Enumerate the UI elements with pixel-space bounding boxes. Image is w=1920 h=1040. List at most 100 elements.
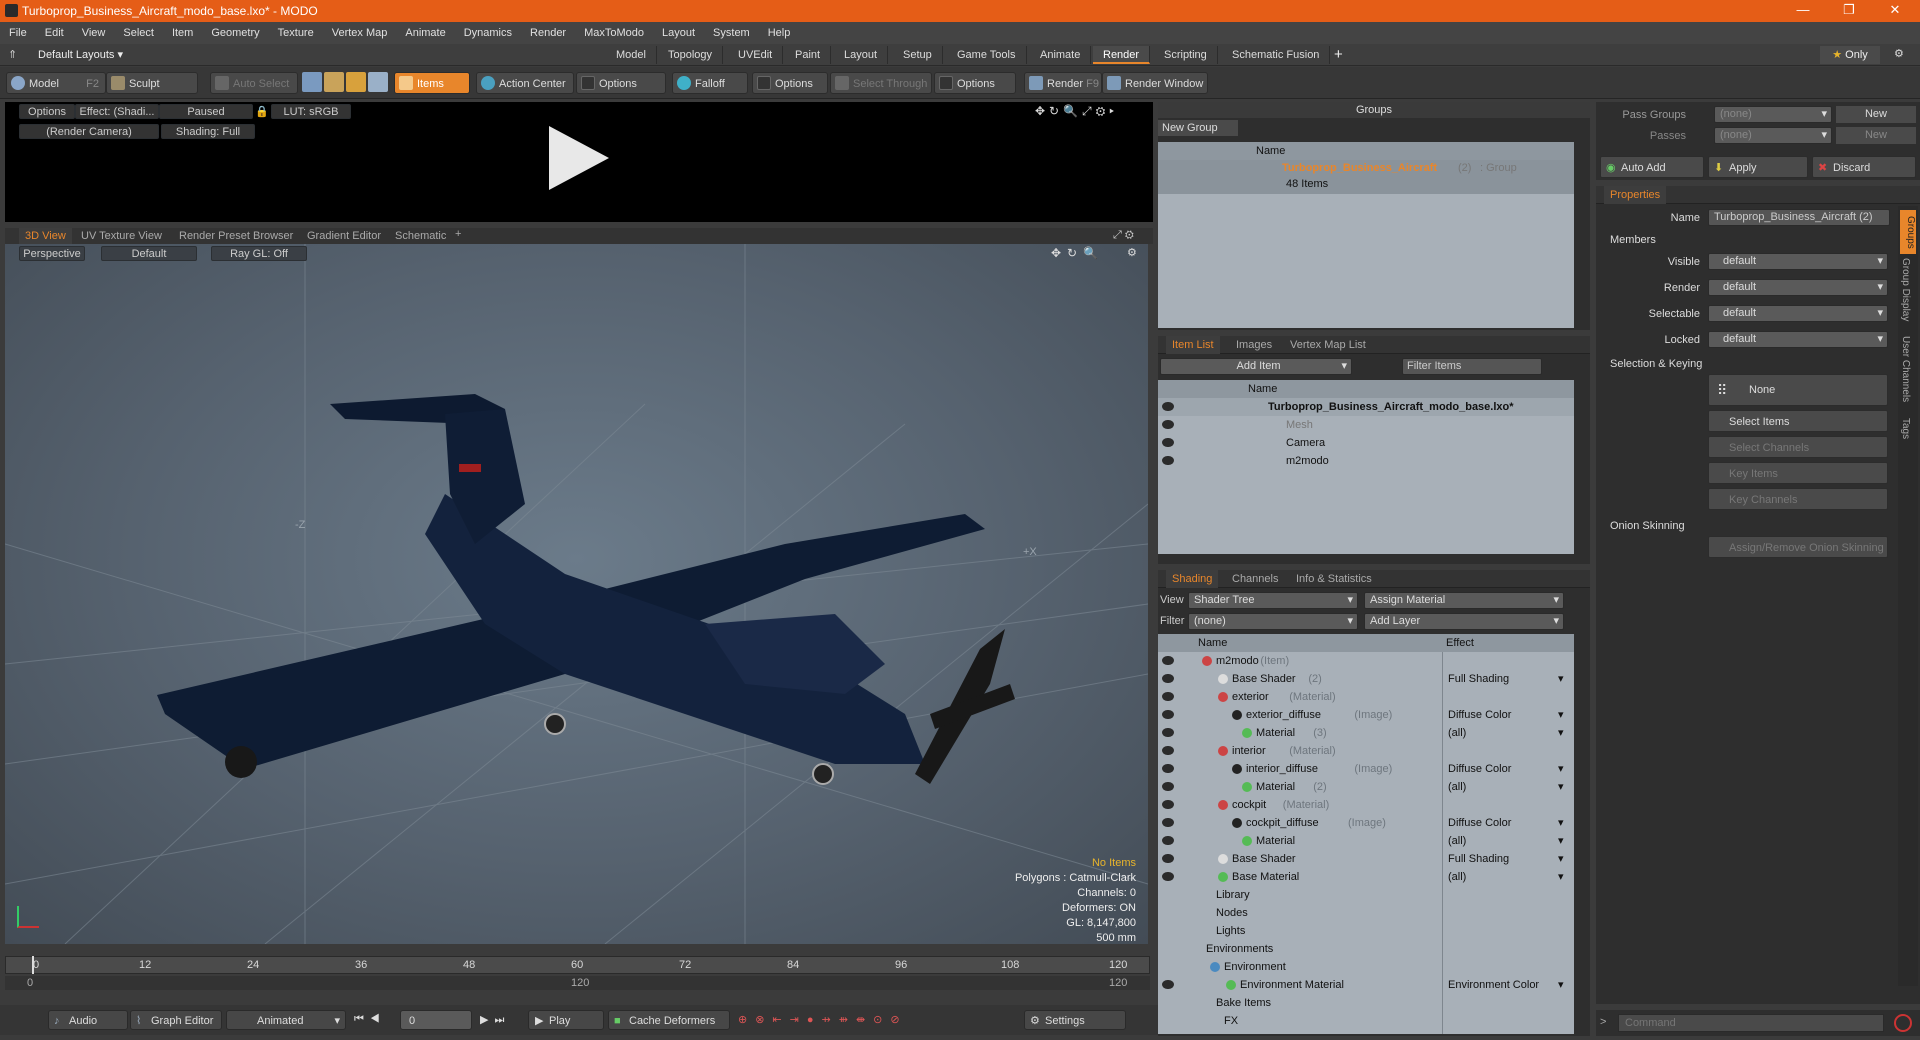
tab-info-statistics[interactable]: Info & Statistics — [1290, 570, 1378, 588]
render-button[interactable]: Render F9 — [1024, 72, 1102, 94]
tab-uv-texture-view[interactable]: UV Texture View — [75, 228, 168, 244]
menu-dynamics[interactable]: Dynamics — [455, 22, 521, 44]
tab-animate[interactable]: Animate — [1030, 46, 1092, 64]
menu-item[interactable]: Item — [163, 22, 202, 44]
shader-tree-row[interactable]: m2modo (Item) — [1158, 652, 1574, 670]
eye-icon[interactable] — [1162, 674, 1174, 683]
shader-tree-row[interactable]: Nodes — [1158, 904, 1574, 922]
eye-icon[interactable] — [1162, 656, 1174, 665]
shader-tree-row[interactable]: Bake Items — [1158, 994, 1574, 1012]
command-input[interactable] — [1618, 1014, 1884, 1032]
chevron-down-icon[interactable]: ▾ — [1558, 814, 1564, 832]
add-viewport-tab-icon[interactable]: + — [455, 228, 461, 240]
select-through-button[interactable]: Select Through — [830, 72, 932, 94]
menu-vertex-map[interactable]: Vertex Map — [323, 22, 397, 44]
menu-layout[interactable]: Layout — [653, 22, 704, 44]
eye-icon[interactable] — [1162, 438, 1174, 447]
edges-mode-icon[interactable] — [324, 72, 344, 92]
materials-mode-icon[interactable] — [368, 72, 388, 92]
model-button[interactable]: Model F2 — [6, 72, 106, 94]
layer-effect[interactable]: (all) — [1448, 832, 1466, 850]
render-window-button[interactable]: Render Window — [1102, 72, 1208, 94]
shader-tree-row[interactable]: Base Shader (2) Full Shading ▾ — [1158, 670, 1574, 688]
side-tab-user-channels[interactable]: User Channels — [1900, 336, 1911, 402]
tab-3d-view[interactable]: 3D View — [19, 228, 72, 244]
menu-file[interactable]: File — [0, 22, 36, 44]
eye-icon[interactable] — [1162, 800, 1174, 809]
viewport-expand-icon[interactable]: ⤢ ⚙ — [1113, 229, 1134, 242]
selection-keying-section[interactable]: Selection & Keying — [1610, 358, 1702, 370]
shader-tree-row[interactable]: FX — [1158, 1012, 1574, 1030]
shader-tree-row[interactable]: exterior (Material) — [1158, 688, 1574, 706]
eye-icon[interactable] — [1162, 456, 1174, 465]
items-mode-button[interactable]: Items — [394, 72, 470, 94]
layer-effect[interactable]: Environment Color — [1448, 976, 1539, 994]
tab-schematic[interactable]: Schematic — [389, 228, 452, 244]
chevron-down-icon[interactable]: ▾ — [1558, 670, 1564, 688]
chevron-down-icon[interactable]: ▾ — [1558, 724, 1564, 742]
cache-deformers-button[interactable]: ■ Cache Deformers — [608, 1010, 730, 1030]
shader-tree-row[interactable]: Lights — [1158, 922, 1574, 940]
chevron-down-icon[interactable]: ▾ — [1558, 760, 1564, 778]
raygl-dropdown[interactable]: Ray GL: Off — [211, 246, 307, 261]
eye-icon[interactable] — [1162, 746, 1174, 755]
add-layer-dropdown[interactable]: Add Layer — [1364, 613, 1564, 630]
side-tab-group-display[interactable]: Group Display — [1900, 258, 1911, 321]
shader-tree-row[interactable]: Material (all) ▾ — [1158, 832, 1574, 850]
maximize-button[interactable]: ❐ — [1826, 0, 1872, 22]
eye-icon[interactable] — [1162, 980, 1174, 989]
eye-icon[interactable] — [1162, 692, 1174, 701]
action-center-options-button[interactable]: Options — [576, 72, 666, 94]
eye-icon[interactable] — [1162, 836, 1174, 845]
menu-geometry[interactable]: Geometry — [202, 22, 268, 44]
view-dropdown[interactable]: Shader Tree — [1188, 592, 1358, 609]
none-button[interactable]: ⠿ None — [1708, 374, 1888, 406]
add-item-dropdown[interactable]: Add Item — [1160, 358, 1352, 375]
transport-back-icons[interactable]: ⏮◀ — [354, 1013, 386, 1026]
chevron-down-icon[interactable]: ▾ — [1558, 778, 1564, 796]
selectable-dropdown[interactable]: default — [1708, 305, 1888, 322]
tab-render-preset-browser[interactable]: Render Preset Browser — [173, 228, 299, 244]
shader-tree-row[interactable]: Base Shader Full Shading ▾ — [1158, 850, 1574, 868]
lock-icon[interactable]: 🔒 — [255, 105, 269, 118]
layout-collapse-icon[interactable]: ⇑ — [8, 48, 17, 61]
only-toggle[interactable]: ★ Only — [1820, 46, 1880, 64]
tab-model[interactable]: Model — [606, 46, 657, 64]
graph-editor-button[interactable]: ⌇ Graph Editor — [130, 1010, 222, 1030]
key-items-button[interactable]: Key Items — [1708, 462, 1888, 484]
tab-scripting[interactable]: Scripting — [1154, 46, 1218, 64]
default-dropdown[interactable]: Default — [101, 246, 197, 261]
apply-button[interactable]: ⬇ Apply — [1708, 156, 1808, 178]
chevron-down-icon[interactable]: ▾ — [1558, 832, 1564, 850]
minimize-button[interactable]: — — [1780, 0, 1826, 22]
locked-dropdown[interactable]: default — [1708, 331, 1888, 348]
viewport-nav-icons[interactable]: ✥↻🔍 — [1051, 246, 1104, 260]
shader-tree-row[interactable]: interior_diffuse (Image) Diffuse Color ▾ — [1158, 760, 1574, 778]
layer-effect[interactable]: (all) — [1448, 778, 1466, 796]
menu-help[interactable]: Help — [759, 22, 800, 44]
tab-game-tools[interactable]: Game Tools — [947, 46, 1027, 64]
transport-fwd-icons[interactable]: ▶⏭ — [480, 1013, 510, 1027]
filter-items-input[interactable]: Filter Items — [1402, 358, 1542, 375]
action-center-button[interactable]: Action Center — [476, 72, 574, 94]
eye-icon[interactable] — [1162, 710, 1174, 719]
tab-setup[interactable]: Setup — [893, 46, 943, 64]
render-camera-dropdown[interactable]: (Render Camera) — [19, 124, 159, 139]
layer-effect[interactable]: (all) — [1448, 724, 1466, 742]
tab-topology[interactable]: Topology — [658, 46, 724, 64]
eye-icon[interactable] — [1162, 782, 1174, 791]
render-dropdown[interactable]: default — [1708, 279, 1888, 296]
tab-item-list[interactable]: Item List — [1166, 336, 1220, 354]
lut-dropdown[interactable]: LUT: sRGB — [271, 104, 351, 119]
menu-texture[interactable]: Texture — [269, 22, 323, 44]
shader-tree-row[interactable]: Environments — [1158, 940, 1574, 958]
menu-view[interactable]: View — [73, 22, 115, 44]
eye-icon[interactable] — [1162, 402, 1174, 411]
eye-icon[interactable] — [1162, 764, 1174, 773]
falloff-button[interactable]: Falloff — [672, 72, 748, 94]
gear-icon[interactable]: ⚙ — [1894, 47, 1904, 60]
group-row[interactable]: Turboprop_Business_Aircraft (2) : Group … — [1158, 160, 1574, 194]
play-icon[interactable] — [545, 124, 613, 192]
eye-icon[interactable] — [1162, 728, 1174, 737]
menu-edit[interactable]: Edit — [36, 22, 73, 44]
